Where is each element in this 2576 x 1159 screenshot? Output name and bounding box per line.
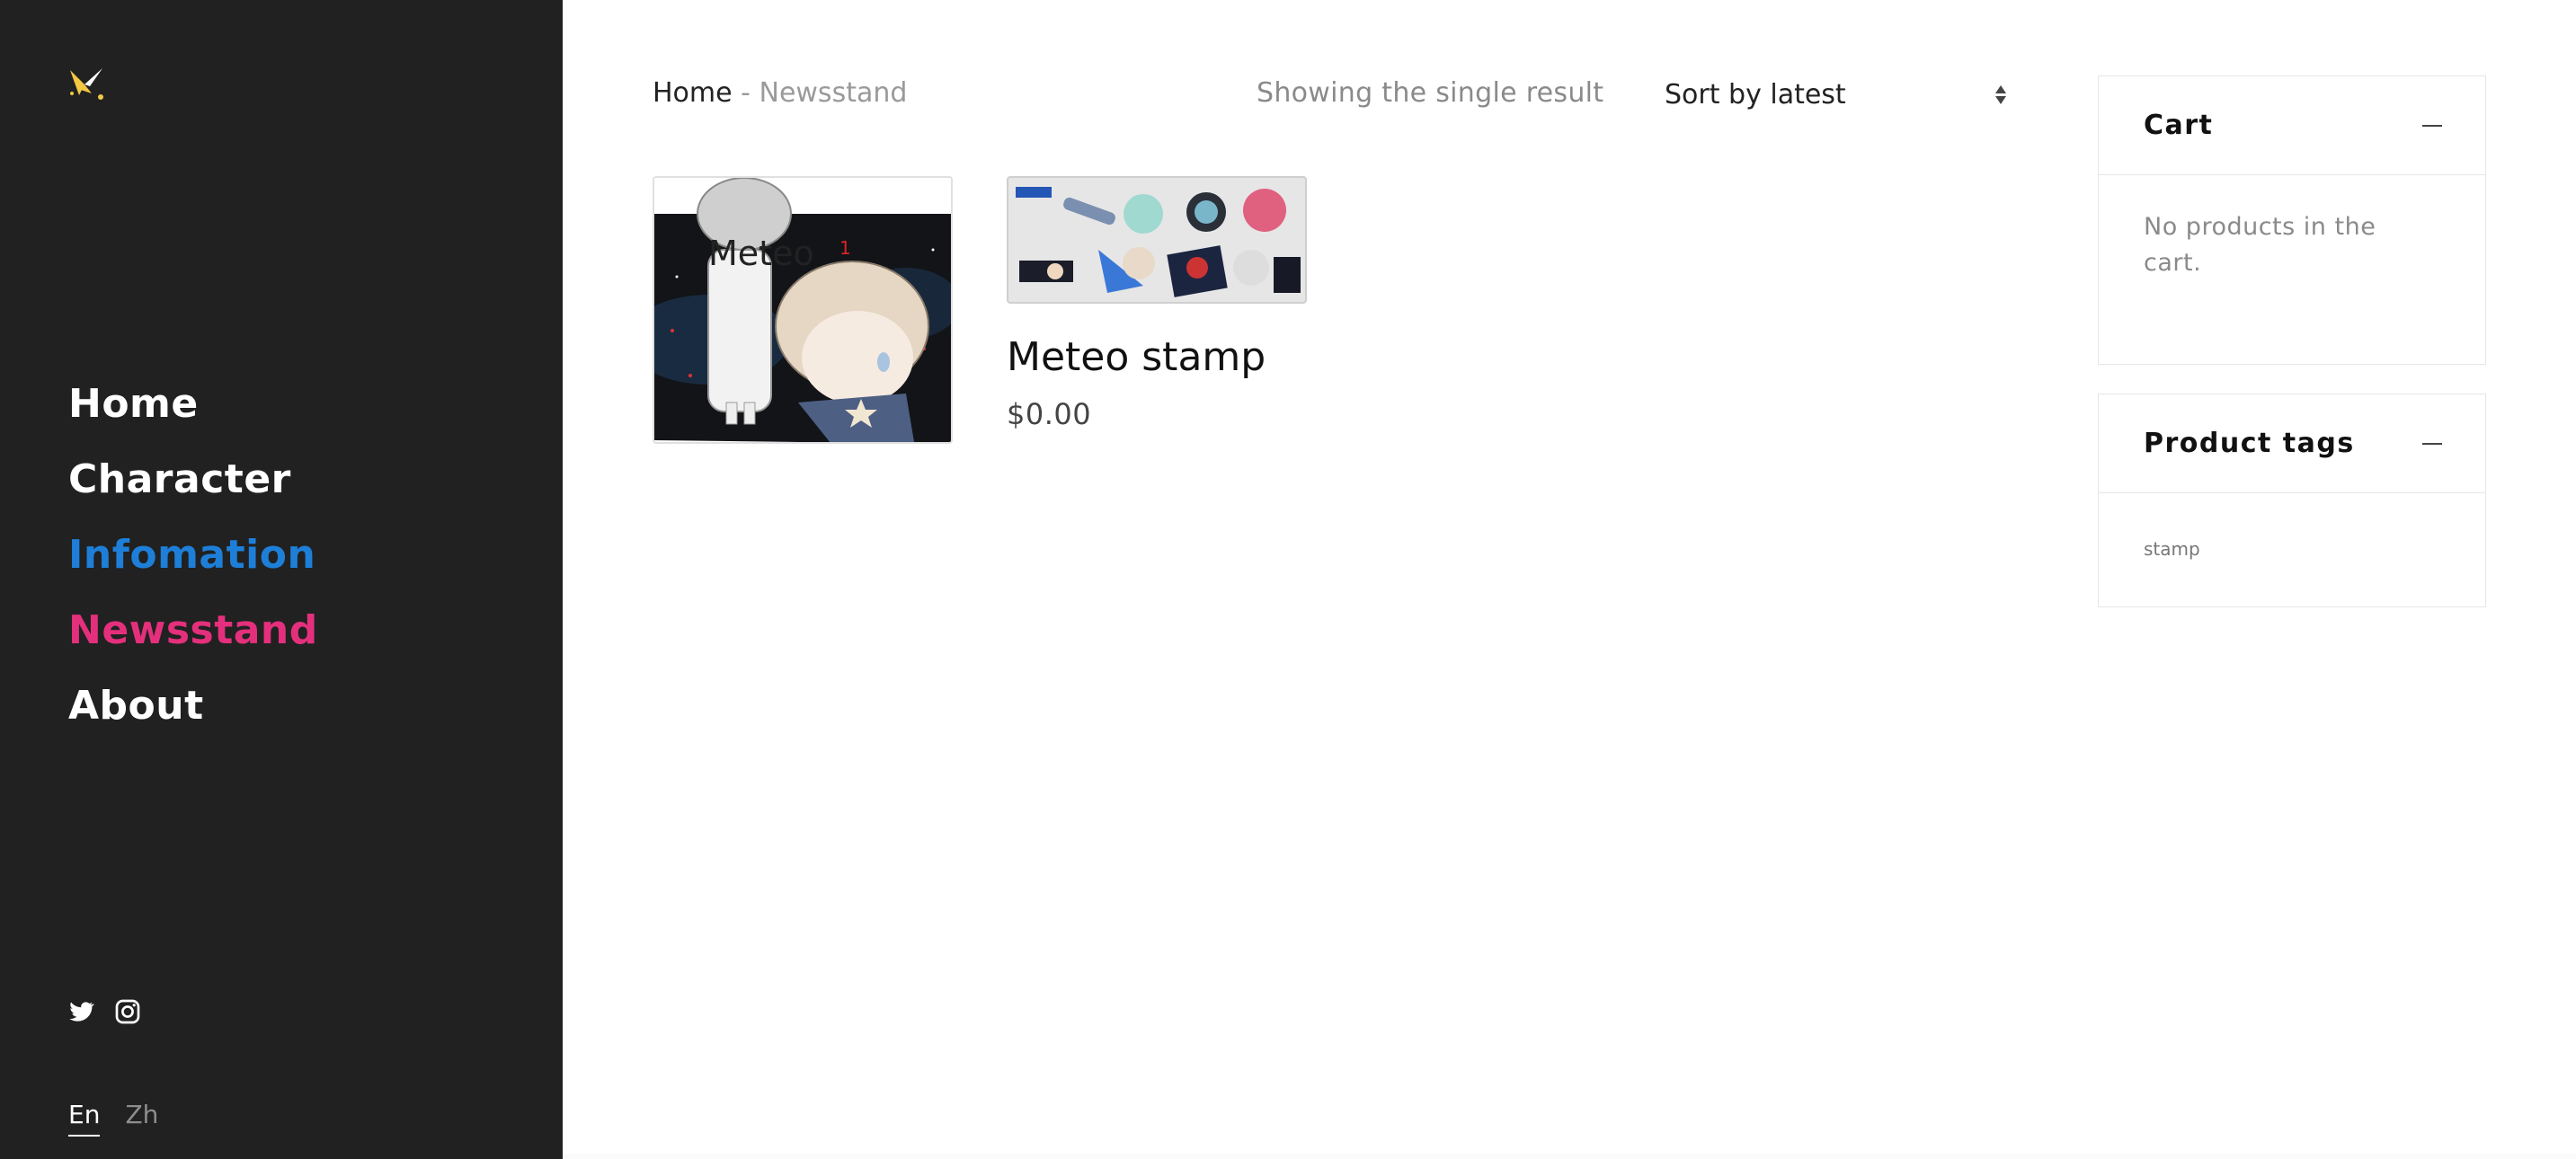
tag-link-stamp[interactable]: stamp xyxy=(2144,538,2200,560)
lang-en[interactable]: En xyxy=(68,1100,101,1137)
nav-item-home[interactable]: Home xyxy=(68,374,199,435)
product-tags-header[interactable]: Product tags xyxy=(2099,394,2485,493)
logo-icon[interactable] xyxy=(67,66,106,102)
sidebar: Home Character Infomation Newsstand Abou… xyxy=(0,0,563,1159)
stamp-sheet-image xyxy=(1016,187,1301,297)
breadcrumb-home[interactable]: Home xyxy=(653,77,733,109)
nav-item-about[interactable]: About xyxy=(68,676,204,737)
cart-widget-title: Cart xyxy=(2144,110,2214,141)
product-image-mark: 1 xyxy=(839,237,851,259)
nav-item-character[interactable]: Character xyxy=(68,449,291,510)
product-tags-widget: Product tags stamp xyxy=(2098,394,2486,607)
result-count: Showing the single result xyxy=(1257,77,1604,109)
collapse-icon[interactable] xyxy=(2422,124,2442,127)
product-tags-title: Product tags xyxy=(2144,428,2355,459)
twitter-icon[interactable] xyxy=(67,997,95,1026)
product-image-main[interactable]: Meteo 1 xyxy=(653,176,953,444)
product-image-stamps[interactable] xyxy=(1007,176,1307,304)
sort-select[interactable]: Sort by latest xyxy=(1665,72,2015,117)
collapse-icon[interactable] xyxy=(2422,442,2442,445)
instagram-icon[interactable] xyxy=(113,997,142,1026)
cart-empty-message: No products in the cart. xyxy=(2144,213,2376,277)
product-price: $0.00 xyxy=(1007,397,1092,431)
nav-item-infomation[interactable]: Infomation xyxy=(68,525,315,586)
lang-zh[interactable]: Zh xyxy=(125,1100,158,1137)
breadcrumb: Home - Newsstand xyxy=(653,77,907,109)
product-title[interactable]: Meteo stamp xyxy=(1007,334,1266,380)
social-links xyxy=(67,997,142,1026)
meteo-artwork-image xyxy=(654,178,951,442)
main-nav: Home Character Infomation Newsstand Abou… xyxy=(68,374,318,751)
nav-item-newsstand[interactable]: Newsstand xyxy=(68,600,318,661)
breadcrumb-current: Newsstand xyxy=(759,77,908,109)
sort-label: Sort by latest xyxy=(1665,78,1846,111)
cart-widget: Cart No products in the cart. xyxy=(2098,75,2486,365)
language-switcher: En Zh xyxy=(68,1100,158,1137)
page-bottom-edge xyxy=(563,1154,2576,1159)
product-image-text: Meteo xyxy=(708,234,814,273)
select-arrows-icon xyxy=(1995,84,2006,104)
cart-widget-header[interactable]: Cart xyxy=(2099,76,2485,175)
breadcrumb-separator: - xyxy=(732,77,759,109)
